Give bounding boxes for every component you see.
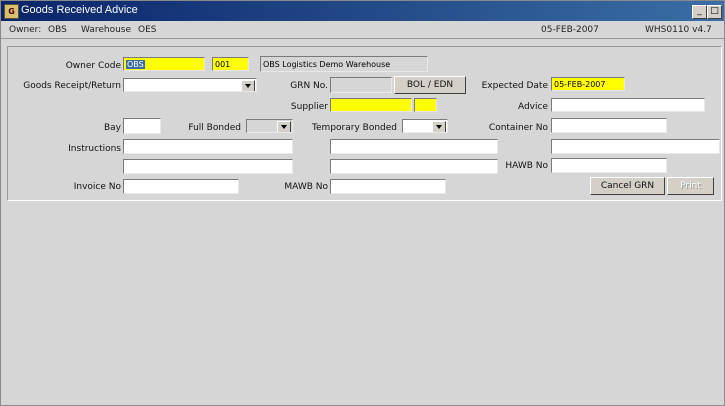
module-version: WHS0110 v4.7 bbox=[645, 25, 712, 35]
owner-code-field[interactable]: OBS bbox=[123, 57, 205, 71]
warehouse-label: Warehouse bbox=[81, 25, 132, 35]
session-date: 05-FEB-2007 bbox=[541, 25, 599, 35]
grn-label: GRN No. bbox=[290, 81, 328, 91]
warehouse-value: OES bbox=[138, 25, 157, 35]
owner-code-label: Owner Code bbox=[65, 61, 121, 71]
print-button[interactable]: Print bbox=[667, 177, 714, 195]
mawb-label: MAWB No bbox=[284, 182, 328, 192]
supplier-label: Supplier bbox=[290, 102, 328, 112]
full-bonded-select[interactable] bbox=[246, 119, 293, 133]
warehouse-name-field: OBS Logistics Demo Warehouse bbox=[260, 56, 428, 72]
cancel-grn-button[interactable]: Cancel GRN bbox=[590, 177, 665, 195]
extra-right-field[interactable] bbox=[551, 139, 720, 154]
application-window: G Goods Received Advice _ □ Owner: OBS W… bbox=[0, 0, 725, 406]
invoice-field[interactable] bbox=[123, 179, 239, 194]
invoice-label: Invoice No bbox=[73, 182, 121, 192]
warehouse-code-field[interactable]: 001 bbox=[212, 57, 249, 71]
advice-label: Advice bbox=[517, 102, 548, 112]
bol-edn-button[interactable]: BOL / EDN bbox=[394, 76, 466, 94]
title-bar: G Goods Received Advice _ □ bbox=[1, 1, 724, 21]
expected-date-label: Expected Date bbox=[481, 81, 548, 91]
minimize-icon[interactable]: _ bbox=[692, 5, 707, 19]
temporary-bonded-select[interactable] bbox=[402, 119, 448, 133]
owner-code-value: OBS bbox=[126, 60, 145, 69]
window-title: Goods Received Advice bbox=[21, 4, 138, 16]
advice-field[interactable] bbox=[551, 98, 705, 112]
maximize-icon[interactable]: □ bbox=[707, 5, 722, 19]
chevron-down-icon[interactable] bbox=[432, 121, 446, 132]
bay-label: Bay bbox=[103, 123, 121, 133]
container-field[interactable] bbox=[551, 118, 667, 133]
info-bar: Owner: OBS Warehouse OES 05-FEB-2007 WHS… bbox=[1, 22, 724, 39]
hawb-label: HAWB No bbox=[505, 161, 548, 171]
instructions-field-3[interactable] bbox=[123, 159, 293, 174]
temporary-bonded-label: Temporary Bonded bbox=[312, 123, 397, 133]
goods-receipt-select[interactable] bbox=[123, 78, 257, 92]
hawb-field[interactable] bbox=[551, 158, 667, 173]
supplier-field[interactable] bbox=[330, 98, 412, 112]
instructions-label: Instructions bbox=[68, 144, 121, 154]
owner-label: Owner: bbox=[9, 25, 42, 35]
supplier-code-field[interactable] bbox=[414, 98, 437, 112]
grn-form-panel: Owner Code OBS 001 OBS Logistics Demo Wa… bbox=[7, 46, 722, 201]
goods-receipt-label: Goods Receipt/Return bbox=[23, 81, 121, 91]
mawb-field[interactable] bbox=[330, 179, 446, 194]
chevron-down-icon[interactable] bbox=[241, 80, 255, 91]
owner-value: OBS bbox=[48, 25, 67, 35]
instructions-field-1[interactable] bbox=[123, 139, 293, 154]
instructions-field-4[interactable] bbox=[330, 159, 498, 174]
bay-field[interactable] bbox=[123, 118, 161, 134]
grn-field bbox=[330, 77, 392, 93]
instructions-field-2[interactable] bbox=[330, 139, 498, 154]
full-bonded-label: Full Bonded bbox=[188, 123, 241, 133]
app-icon: G bbox=[4, 4, 19, 19]
chevron-down-icon[interactable] bbox=[277, 121, 291, 132]
expected-date-field[interactable]: 05-FEB-2007 bbox=[551, 77, 625, 91]
container-label: Container No bbox=[488, 123, 548, 133]
